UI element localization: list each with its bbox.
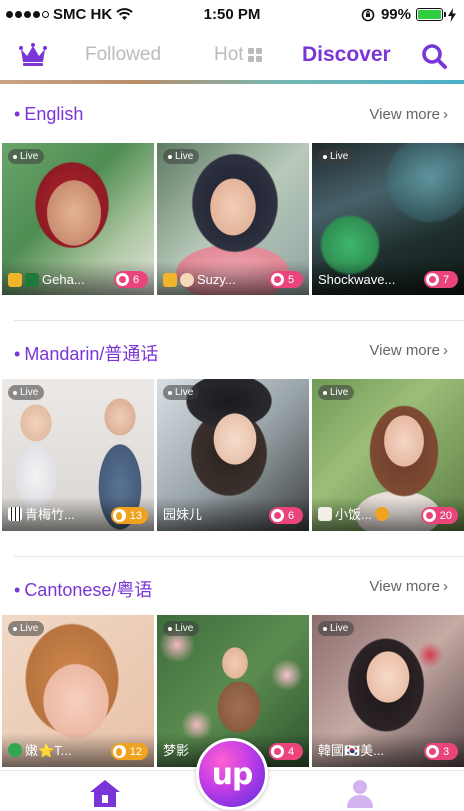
chevron-right-icon: ›	[443, 106, 448, 123]
streamer-name: 嫩⭐T...	[8, 740, 72, 759]
go-live-button[interactable]: up	[196, 738, 268, 810]
live-badge: Live	[163, 621, 200, 636]
view-more-button[interactable]: View more ›	[369, 342, 448, 359]
stream-card[interactable]: Live 青梅竹... 13	[2, 379, 154, 531]
profile-icon[interactable]	[345, 777, 375, 809]
view-more-button[interactable]: View more ›	[369, 578, 448, 595]
flower-icon	[422, 509, 436, 522]
stream-card[interactable]: Live 嫩⭐T... 12	[2, 615, 154, 767]
tab-hot-label: Hot	[214, 44, 244, 65]
flower-icon	[426, 273, 439, 286]
grid-icon	[247, 48, 262, 62]
section-title: • English	[14, 104, 84, 124]
tent-icon	[318, 506, 332, 521]
crown-badge-icon	[8, 272, 22, 287]
streamer-name: Suzy...	[163, 272, 236, 287]
top-nav: Followed Hot Discover	[0, 30, 464, 82]
live-badge: Live	[163, 149, 200, 164]
streamer-name: 园妹儿	[163, 507, 203, 522]
live-badge: Live	[8, 149, 45, 164]
live-badge: Live	[163, 385, 200, 400]
clover-icon	[8, 742, 22, 757]
flag-icon	[25, 272, 39, 287]
viewer-count: 13	[110, 507, 148, 524]
status-right: 99%	[360, 6, 456, 23]
live-badge: Live	[318, 621, 355, 636]
crown-icon[interactable]	[18, 42, 48, 68]
streamer-name: 小饭...	[318, 504, 389, 523]
live-badge: Live	[8, 385, 45, 400]
flower-icon	[271, 509, 284, 522]
piano-icon	[8, 506, 22, 521]
fire-icon	[112, 509, 126, 522]
status-bar: SMC HK 1:50 PM 99%	[0, 0, 464, 30]
live-badge: Live	[8, 621, 45, 636]
section-title: • Cantonese/粤语	[14, 580, 153, 600]
card-row-english: Live Geha... 6 Live Suzy... 5 Live Shock…	[2, 143, 464, 295]
streamer-name: Shockwave...	[318, 272, 396, 287]
stream-card[interactable]: Live Shockwave... 7	[312, 143, 464, 295]
section-divider	[14, 556, 464, 557]
live-badge: Live	[318, 385, 355, 400]
chevron-right-icon: ›	[443, 342, 448, 359]
avatar-badge-icon	[180, 272, 194, 287]
chevron-right-icon: ›	[443, 578, 448, 595]
streamer-name: 梦影	[163, 743, 190, 758]
tab-followed[interactable]: Followed	[85, 44, 161, 66]
search-icon[interactable]	[420, 42, 448, 70]
viewer-count: 6	[269, 507, 303, 524]
section-divider	[14, 320, 464, 321]
section-header-mandarin: • Mandarin/普通话 View more ›	[0, 332, 464, 372]
charging-bolt-icon	[448, 7, 456, 22]
verified-badge-icon	[374, 506, 389, 521]
battery-icon	[416, 8, 446, 21]
stream-card[interactable]: Live 园妹儿 6	[157, 379, 309, 531]
tab-discover[interactable]: Discover	[302, 43, 391, 67]
live-badge: Live	[318, 149, 355, 164]
streamer-name: Geha...	[8, 272, 85, 287]
viewer-count: 12	[110, 743, 148, 760]
stream-card[interactable]: Live 韓國🇰🇷美... 3	[312, 615, 464, 767]
stream-card[interactable]: Live 小饭... 20	[312, 379, 464, 531]
tab-hot[interactable]: Hot	[214, 44, 262, 66]
viewer-count: 5	[269, 271, 303, 288]
orientation-lock-icon	[361, 8, 375, 21]
stream-card[interactable]: Live Geha... 6	[2, 143, 154, 295]
flower-icon	[116, 273, 129, 286]
banner-edge	[0, 80, 464, 84]
viewer-count: 4	[269, 743, 303, 760]
section-title: • Mandarin/普通话	[14, 344, 159, 364]
viewer-count: 3	[424, 743, 458, 760]
streamer-name: 青梅竹...	[8, 504, 75, 523]
stream-card[interactable]: Live Suzy... 5	[157, 143, 309, 295]
viewer-count: 7	[424, 271, 458, 288]
battery-percent: 99%	[380, 6, 411, 23]
flower-icon	[426, 745, 439, 758]
viewer-count: 6	[114, 271, 148, 288]
fire-icon	[112, 745, 126, 758]
home-icon[interactable]	[88, 777, 122, 809]
flower-icon	[271, 273, 284, 286]
streamer-name: 韓國🇰🇷美...	[318, 743, 385, 758]
flower-icon	[271, 745, 284, 758]
card-row-mandarin: Live 青梅竹... 13 Live 园妹儿 6 Live 小饭... 20	[2, 379, 464, 531]
viewer-count: 20	[420, 507, 458, 524]
section-header-english: • English View more ›	[0, 96, 464, 136]
go-live-label: up	[211, 756, 254, 792]
view-more-button[interactable]: View more ›	[369, 106, 448, 123]
section-header-cantonese: • Cantonese/粤语 View more ›	[0, 568, 464, 608]
crown-badge-icon	[163, 272, 177, 287]
